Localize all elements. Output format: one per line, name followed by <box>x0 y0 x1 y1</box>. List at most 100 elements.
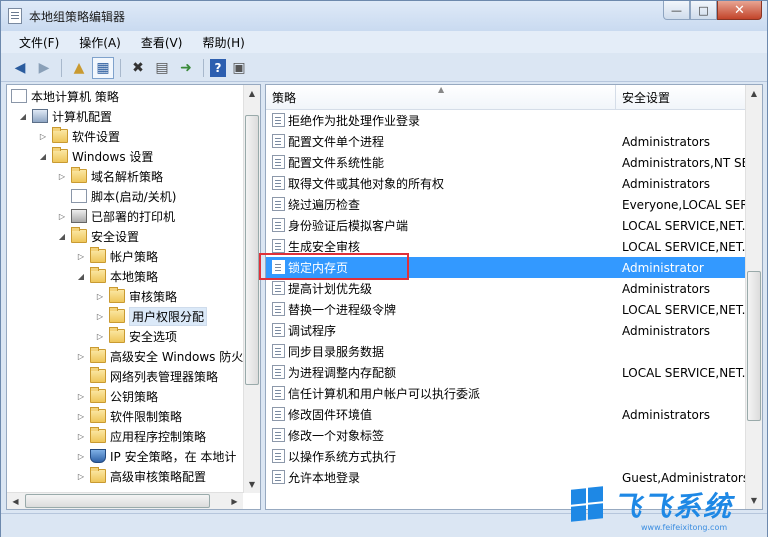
tree-item-public-key-policies[interactable]: ▷ 公钥策略 <box>75 386 158 406</box>
scroll-thumb[interactable] <box>747 271 761 421</box>
expand-arrow-icon[interactable]: ▷ <box>75 250 87 262</box>
forward-arrow-icon[interactable]: ▶ <box>33 57 55 79</box>
minimize-button[interactable]: — <box>663 1 690 20</box>
tree-item-local-policies[interactable]: ◢ 本地策略 <box>75 266 158 286</box>
help-icon[interactable]: ? <box>210 58 226 77</box>
tree-item-network-list-manager[interactable]: 网络列表管理器策略 <box>75 366 218 386</box>
collapse-arrow-icon[interactable]: ◢ <box>75 270 87 282</box>
tree-item-windows-firewall[interactable]: ▷ 高级安全 Windows 防火 <box>75 346 243 366</box>
scroll-down-icon[interactable]: ▼ <box>244 476 260 493</box>
collapse-arrow-icon[interactable]: ◢ <box>56 230 68 242</box>
view-icon[interactable]: ▣ <box>228 57 250 79</box>
list-row[interactable]: 同步目录服务数据 <box>266 341 746 362</box>
list-vertical-scrollbar[interactable]: ▲ ▼ <box>745 85 762 509</box>
collapse-arrow-icon[interactable]: ◢ <box>37 150 49 162</box>
policy-item-icon <box>272 407 285 421</box>
menu-view[interactable]: 查看(V) <box>131 34 193 51</box>
tree-item-deployed-printers[interactable]: ▷ 已部署的打印机 <box>56 206 175 226</box>
menu-help[interactable]: 帮助(H) <box>192 34 254 51</box>
list-row[interactable]: 信任计算机和用户帐户可以执行委派 <box>266 383 746 404</box>
expand-arrow-icon[interactable]: ▷ <box>75 350 87 362</box>
scroll-thumb[interactable] <box>25 494 210 508</box>
tree-item-ip-security[interactable]: ▷ IP 安全策略，在 本地计 <box>75 446 236 466</box>
expand-arrow-icon[interactable]: ▷ <box>94 330 106 342</box>
scroll-up-icon[interactable]: ▲ <box>746 85 762 102</box>
title-bar[interactable]: 本地组策略编辑器 — □ ✕ <box>1 1 767 31</box>
policy-list[interactable]: 策略 ▲ 安全设置 拒绝作为批处理作业登录 配置文件单个进程 Administrat… <box>265 84 763 510</box>
close-button[interactable]: ✕ <box>717 1 762 20</box>
show-hide-tree-icon[interactable]: ▦ <box>92 56 114 79</box>
tree-item-scripts[interactable]: 脚本(启动/关机) <box>56 186 176 206</box>
tree-horizontal-scrollbar[interactable]: ◀ ▶ <box>7 492 243 509</box>
policy-item-icon <box>272 197 285 211</box>
scroll-up-icon[interactable]: ▲ <box>244 85 260 102</box>
tree-item-security-settings[interactable]: ◢ 安全设置 <box>56 226 139 246</box>
delete-icon[interactable]: ✖ <box>127 57 149 79</box>
export-list-icon[interactable]: ➜ <box>175 57 197 79</box>
policy-name: 提高计划优先级 <box>288 282 373 296</box>
tree-item-windows-settings[interactable]: ◢ Windows 设置 <box>37 146 153 166</box>
expand-arrow-icon[interactable]: ▷ <box>75 430 87 442</box>
expand-arrow-icon[interactable]: ▷ <box>37 130 49 142</box>
expand-arrow-icon[interactable]: ▷ <box>75 450 87 462</box>
menu-file[interactable]: 文件(F) <box>9 34 69 51</box>
expand-arrow-icon[interactable]: ▷ <box>75 390 87 402</box>
menu-bar: 文件(F) 操作(A) 查看(V) 帮助(H) <box>1 31 767 53</box>
tree-item-local-computer-policy[interactable]: 本地计算机 策略 <box>11 86 119 106</box>
window-title: 本地组策略编辑器 <box>29 10 126 24</box>
tree-item-audit-policy[interactable]: ▷ 审核策略 <box>94 286 177 306</box>
maximize-button[interactable]: □ <box>690 1 717 20</box>
list-row[interactable]: 替换一个进程级令牌 LOCAL SERVICE,NET. <box>266 299 746 320</box>
list-row[interactable]: 为进程调整内存配额 LOCAL SERVICE,NET. <box>266 362 746 383</box>
tree-item-security-options[interactable]: ▷ 安全选项 <box>94 326 177 346</box>
folder-icon <box>71 167 87 183</box>
scroll-left-icon[interactable]: ◀ <box>7 493 24 509</box>
scroll-right-icon[interactable]: ▶ <box>226 493 243 509</box>
tree-vertical-scrollbar[interactable]: ▲ ▼ <box>243 85 260 493</box>
list-row[interactable]: 绕过遍历检查 Everyone,LOCAL SER <box>266 194 746 215</box>
list-row[interactable]: 以操作系统方式执行 <box>266 446 746 467</box>
tree-item-user-rights-assignment[interactable]: ▷ 用户权限分配 <box>94 306 208 326</box>
policy-item-icon <box>272 176 285 190</box>
security-setting-value: LOCAL SERVICE,NET. <box>622 218 746 233</box>
tree-item-name-resolution-policy[interactable]: ▷ 域名解析策略 <box>56 166 163 186</box>
list-row[interactable]: 身份验证后模拟客户端 LOCAL SERVICE,NET. <box>266 215 746 236</box>
expand-arrow-icon[interactable]: ▷ <box>56 210 68 222</box>
policy-item-icon <box>272 470 285 484</box>
column-header-security-setting[interactable]: 安全设置 <box>616 85 746 110</box>
menu-action[interactable]: 操作(A) <box>69 34 131 51</box>
list-row[interactable]: 修改一个对象标签 <box>266 425 746 446</box>
policy-name: 绕过遍历检查 <box>288 198 361 212</box>
list-row[interactable]: 调试程序 Administrators <box>266 320 746 341</box>
properties-icon[interactable]: ▤ <box>151 57 173 79</box>
expand-arrow-icon[interactable]: ▷ <box>94 310 106 322</box>
tree-item-software-settings[interactable]: ▷ 软件设置 <box>37 126 120 146</box>
column-header-label: 策略 <box>272 91 297 105</box>
expand-arrow-icon[interactable]: ▷ <box>94 290 106 302</box>
tree-item-software-restriction[interactable]: ▷ 软件限制策略 <box>75 406 182 426</box>
folder-icon <box>71 227 87 243</box>
tree-item-advanced-audit[interactable]: ▷ 高级审核策略配置 <box>75 466 206 486</box>
tree-item-computer-config[interactable]: ◢ 计算机配置 <box>17 106 112 126</box>
collapse-arrow-icon[interactable]: ◢ <box>17 110 29 122</box>
column-header-policy[interactable]: 策略 ▲ <box>266 85 616 110</box>
tree-item-application-control[interactable]: ▷ 应用程序控制策略 <box>75 426 206 446</box>
list-row[interactable]: 配置文件单个进程 Administrators <box>266 131 746 152</box>
expand-arrow-icon[interactable]: ▷ <box>75 410 87 422</box>
list-row[interactable]: 配置文件系统性能 Administrators,NT SE <box>266 152 746 173</box>
up-folder-icon[interactable]: ▲ <box>68 57 90 79</box>
expand-arrow-icon[interactable]: ▷ <box>56 170 68 182</box>
scroll-thumb[interactable] <box>245 115 259 385</box>
policy-name: 配置文件系统性能 <box>288 156 385 170</box>
tree-item-account-policies[interactable]: ▷ 帐户策略 <box>75 246 158 266</box>
policy-name: 配置文件单个进程 <box>288 135 385 149</box>
list-row[interactable]: 取得文件或其他对象的所有权 Administrators <box>266 173 746 194</box>
expand-arrow-icon[interactable]: ▷ <box>75 470 87 482</box>
list-row[interactable]: 提高计划优先级 Administrators <box>266 278 746 299</box>
tree-item-label: IP 安全策略，在 本地计 <box>110 449 237 464</box>
list-row[interactable]: 拒绝作为批处理作业登录 <box>266 110 746 131</box>
policy-item-icon <box>272 155 285 169</box>
list-row[interactable]: 修改固件环境值 Administrators <box>266 404 746 425</box>
console-tree[interactable]: 本地计算机 策略 ◢ 计算机配置 ▷ 软件设置 ◢ Windows 设置 ▷ 域… <box>6 84 261 510</box>
back-arrow-icon[interactable]: ◀ <box>9 57 31 79</box>
